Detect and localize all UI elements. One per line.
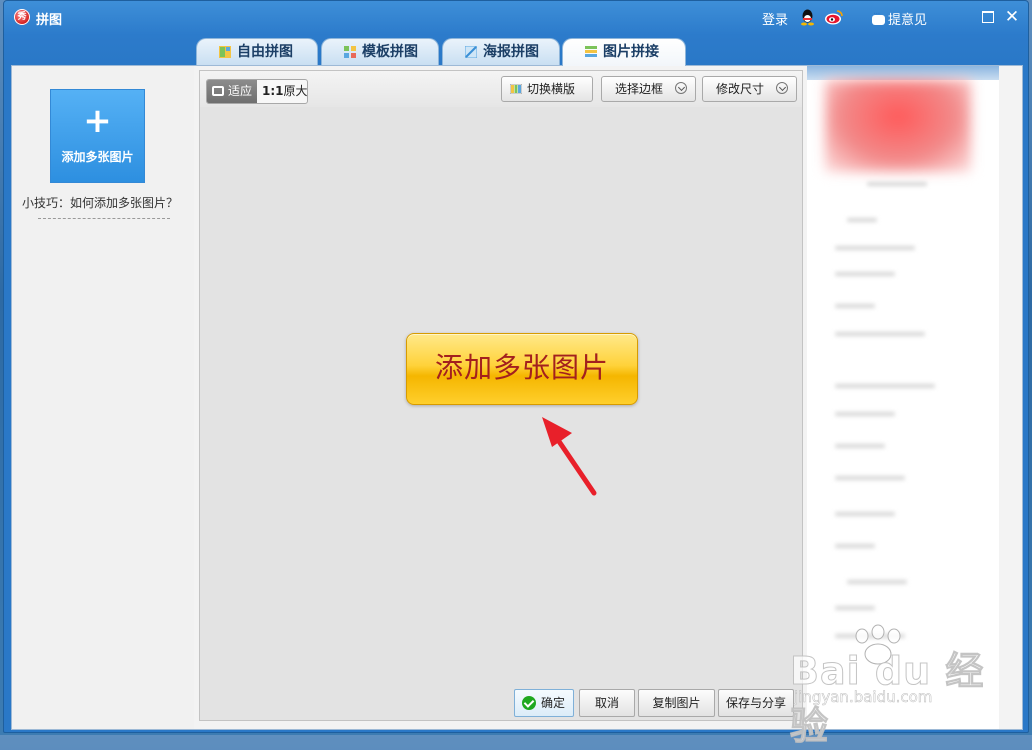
add-images-tile-label: 添加多张图片 [61,150,134,164]
zoom-original-label: 原大 [283,84,308,98]
resize-label: 修改尺寸 [716,82,765,96]
tab-label: 自由拼图 [237,44,293,60]
blurred-text [835,272,895,276]
app-logo-icon: 秀 [14,9,30,25]
tab-label: 图片拼接 [603,44,659,60]
blurred-text [835,606,875,610]
maximize-button[interactable] [980,9,996,25]
chevron-down-icon [675,82,687,94]
blurred-text [835,476,905,480]
chat-bubble-icon [872,9,885,25]
canvas-toolbar: 适应 1:1原大 切换横版 选择边框 修改尺寸 [200,71,802,107]
check-icon [522,696,536,710]
switch-layout-button[interactable]: 切换横版 [501,76,593,102]
template-collage-icon [344,46,356,58]
switch-layout-label: 切换横版 [527,82,576,96]
window-title: 拼图 [36,13,63,28]
blurred-text [867,182,927,186]
feedback-label: 提意见 [888,13,928,28]
copy-image-button[interactable]: 复制图片 [638,689,715,717]
resize-dropdown[interactable]: 修改尺寸 [702,76,797,102]
blurred-text [835,412,895,416]
tab-label: 海报拼图 [483,44,539,60]
tab-label: 模板拼图 [362,44,418,60]
zoom-ratio-label: 1:1 [262,84,284,98]
select-border-label: 选择边框 [615,82,664,96]
blurred-text [835,384,935,388]
add-images-tile[interactable]: + 添加多张图片 [50,89,145,183]
tab-template-collage[interactable]: 模板拼图 [321,38,439,65]
free-collage-icon [219,46,231,58]
zoom-fit-label: 适应 [228,84,253,98]
chevron-down-icon [776,82,788,94]
watermark-url: jingyan.baidu.com [794,688,933,707]
add-images-button[interactable]: 添加多张图片 [406,333,638,405]
zoom-original-button[interactable]: 1:1原大 [258,80,308,103]
blurred-text [835,512,895,516]
canvas-panel: 适应 1:1原大 切换横版 选择边框 修改尺寸 添加多张图片 确定 取消 复制图… [199,70,803,721]
tab-free-collage[interactable]: 自由拼图 [196,38,318,65]
fit-screen-icon [212,86,224,96]
blurred-text [835,544,875,548]
blurred-text [847,580,907,584]
qq-icon[interactable] [799,8,816,26]
red-arrow-annotation [542,417,597,496]
select-border-dropdown[interactable]: 选择边框 [601,76,696,102]
image-join-icon [585,46,597,57]
weibo-icon[interactable] [824,8,843,26]
blurred-banner [825,80,971,172]
tab-poster-collage[interactable]: 海报拼图 [442,38,560,65]
right-panel-header [807,66,999,80]
confirm-label: 确定 [540,696,565,710]
feedback-link[interactable]: 提意见 [872,9,927,28]
cancel-button[interactable]: 取消 [579,689,635,717]
blurred-text [835,332,925,336]
blurred-text [835,304,875,308]
title-bar: 秀 拼图 登录 提意见 ✕ [4,1,1028,35]
poster-collage-icon [465,46,477,58]
left-panel: + 添加多张图片 小技巧：如何添加多张图片？ [12,66,194,729]
plus-icon: + [83,101,112,141]
close-button[interactable]: ✕ [1004,9,1020,26]
confirm-button[interactable]: 确定 [514,689,574,717]
zoom-fit-button[interactable]: 适应 [207,80,257,103]
baidu-jingyan-watermark: Bai du 经验 jingyan.baidu.com [790,622,990,749]
save-share-button[interactable]: 保存与分享 [718,689,794,717]
blurred-text [847,218,877,222]
zoom-toggle: 适应 1:1原大 [206,79,308,104]
tab-image-join[interactable]: 图片拼接 [562,38,686,66]
login-link[interactable]: 登录 [762,9,788,28]
tip-divider [38,218,170,219]
tip-link[interactable]: 小技巧：如何添加多张图片？ [22,194,178,211]
blurred-text [835,246,915,250]
layout-icon [510,84,522,94]
blurred-text [835,444,885,448]
